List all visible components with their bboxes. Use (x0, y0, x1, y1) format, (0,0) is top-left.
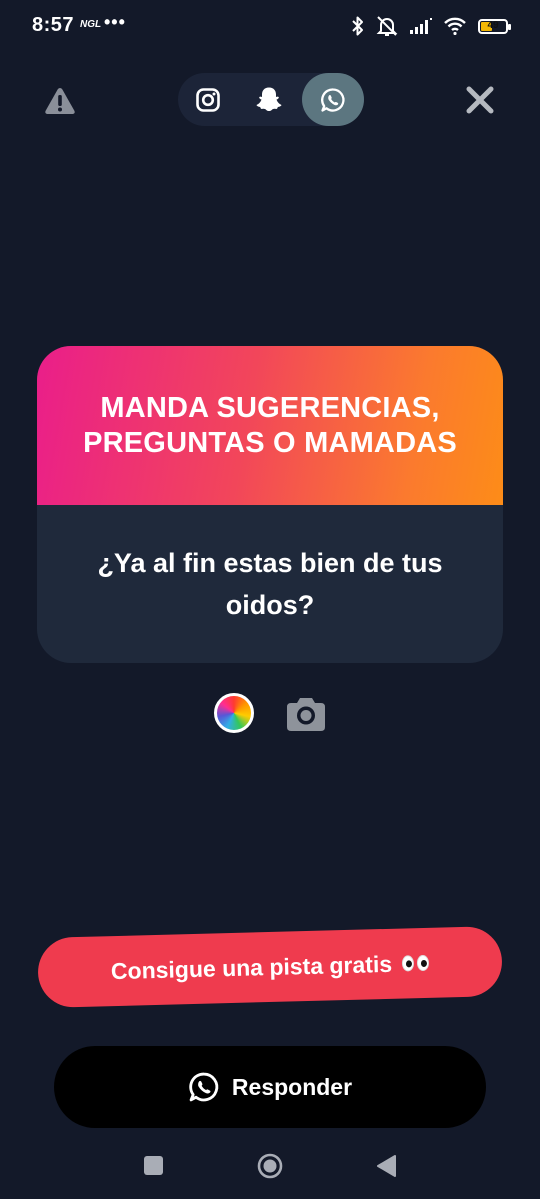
battery-icon: 49 (478, 18, 511, 34)
free-hint-button[interactable]: Consigue una pista gratis (37, 925, 503, 1009)
card-title: MANDA SUGERENCIAS, PREGUNTAS O MAMADAS (83, 391, 457, 459)
eyes-icon (401, 954, 430, 972)
share-selector (178, 73, 364, 126)
status-app-indicator: NGL (80, 19, 102, 30)
mute-icon (376, 16, 398, 36)
warning-icon (45, 88, 75, 114)
card-header: MANDA SUGERENCIAS, PREGUNTAS O MAMADAS (37, 346, 503, 505)
snapchat-icon (256, 87, 281, 111)
home-icon (257, 1153, 283, 1179)
status-icons: 49 (352, 15, 511, 37)
signal-icon (410, 18, 432, 34)
status-overflow-dots: ••• (104, 12, 126, 32)
wifi-icon (444, 17, 466, 35)
whatsapp-icon (321, 87, 345, 112)
status-time: 8:57 (32, 14, 75, 36)
camera-button[interactable] (285, 694, 327, 734)
reply-button[interactable]: Responder (54, 1046, 486, 1128)
report-button[interactable] (44, 86, 76, 116)
battery-level: 49 (487, 19, 499, 31)
hint-button-label: Consigue una pista gratis (110, 950, 393, 984)
close-icon (466, 86, 494, 114)
recents-icon[interactable] (144, 1156, 163, 1175)
status-bar: 8:57 NGL ••• 49 (0, 0, 540, 52)
card-body: ¿Ya al fin estas bien de tus oidos? (37, 505, 503, 663)
share-instagram-button[interactable] (181, 73, 234, 126)
close-button[interactable] (464, 84, 496, 116)
bluetooth-icon (352, 16, 363, 36)
back-button[interactable] (375, 1154, 397, 1178)
share-whatsapp-button[interactable] (302, 73, 364, 126)
back-icon (377, 1155, 396, 1177)
whatsapp-icon (189, 1072, 219, 1102)
color-wheel-icon[interactable] (214, 693, 254, 733)
home-button[interactable] (257, 1153, 283, 1179)
instagram-icon (195, 87, 220, 112)
camera-icon (287, 698, 325, 731)
question-card: MANDA SUGERENCIAS, PREGUNTAS O MAMADAS ¿… (37, 346, 503, 663)
share-snapchat-button[interactable] (242, 73, 295, 126)
question-text: ¿Ya al fin estas bien de tus oidos? (97, 548, 443, 620)
reply-button-label: Responder (231, 1073, 353, 1100)
